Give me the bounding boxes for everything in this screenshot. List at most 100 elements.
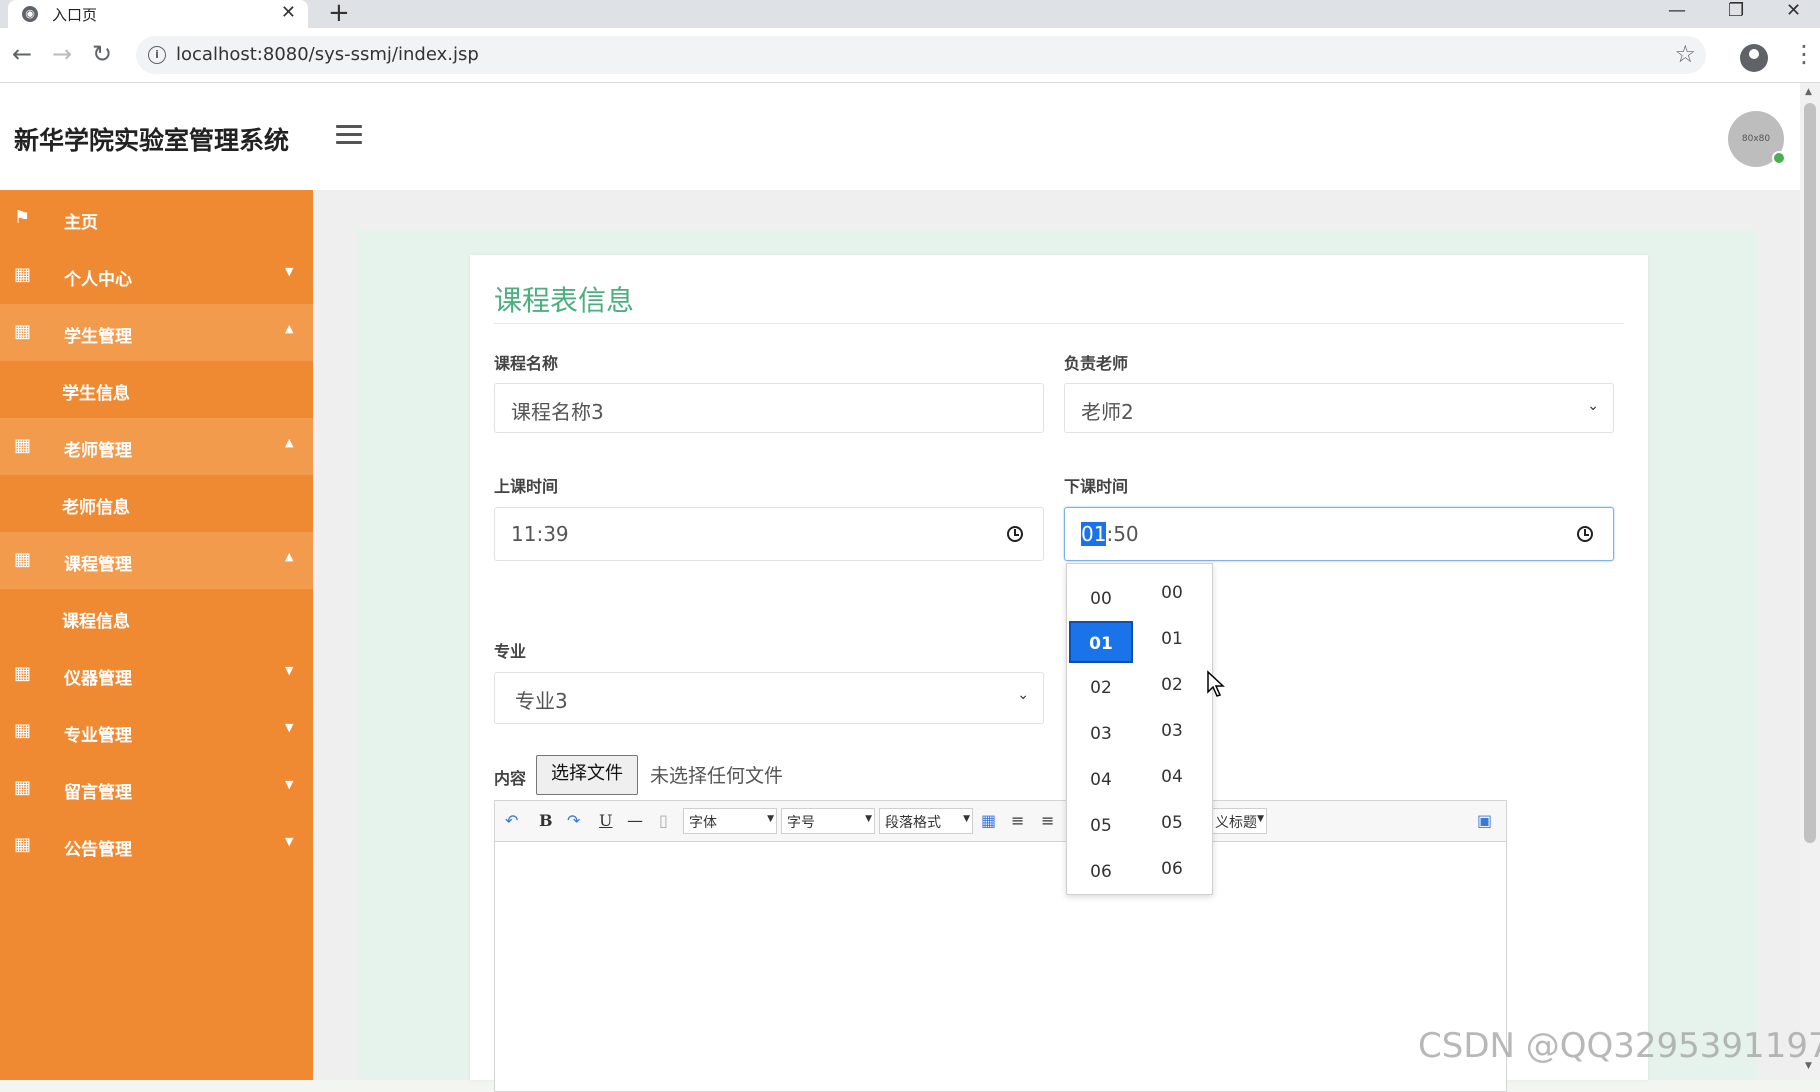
minute-option[interactable]: 00 (1140, 572, 1204, 614)
undo-icon[interactable]: ↶ (505, 811, 518, 830)
minimize-icon[interactable]: — (1668, 0, 1686, 21)
minute-option[interactable]: 05 (1140, 802, 1204, 844)
major-select[interactable]: 专业3 ⌄ (494, 672, 1044, 724)
browser-tab-bar: ◉ 入口页 ✕ + — ❐ ✕ (0, 0, 1820, 28)
end-time-input[interactable]: 01:50 (1064, 507, 1614, 561)
sidebar-subitem-student-info[interactable]: 学生信息 (0, 361, 313, 418)
sidebar-item-personal-center[interactable]: ▦ 个人中心 ▼ (0, 247, 313, 304)
teacher-label: 负责老师 (1064, 354, 1129, 373)
minute-option[interactable]: 01 (1140, 618, 1204, 660)
browser-tab[interactable]: ◉ 入口页 ✕ (8, 0, 308, 28)
page-scrollbar[interactable]: ▲ ▼ (1800, 83, 1820, 1080)
paragraph-format-select[interactable]: 段落格式 ▼ (879, 808, 973, 834)
course-form-card: 课程表信息 课程名称 课程名称3 负责老师 老师2 ⌄ 上课时间 11:39 下… (470, 255, 1648, 1092)
hour-option[interactable]: 06 (1069, 851, 1133, 893)
sidebar-item-major-management[interactable]: ▦ 专业管理 ▼ (0, 703, 313, 760)
hour-option[interactable]: 05 (1069, 805, 1133, 847)
sidebar-subitem-teacher-info[interactable]: 老师信息 (0, 475, 313, 532)
editor-toolbar: ↶ B ↷ U — ▯ 字体 ▼ 字号 ▼ 段落格式 ▼ ▦ ≡ ≡ 义标题 ▼ ▣ (495, 801, 1506, 842)
teacher-select[interactable]: 老师2 ⌄ (1064, 383, 1614, 433)
hour-option-selected[interactable]: 01 (1069, 621, 1133, 663)
horizontal-rule-icon[interactable]: — (627, 811, 643, 830)
minute-option[interactable]: 03 (1140, 710, 1204, 752)
sidebar-item-student-management[interactable]: ▦ 学生管理 ▲ (0, 304, 313, 361)
choose-file-button[interactable]: 选择文件 (536, 755, 638, 795)
size-select[interactable]: 字号 ▼ (781, 808, 875, 834)
sidebar-item-label: 课程管理 (64, 555, 132, 575)
scroll-up-icon[interactable]: ▲ (1805, 87, 1812, 97)
divider (494, 323, 1624, 324)
restore-icon[interactable]: ❐ (1728, 0, 1744, 21)
align-left-icon[interactable]: ≡ (1011, 811, 1024, 830)
watermark: CSDN @QQ3295391197 (1418, 1026, 1820, 1066)
start-time-input[interactable]: 11:39 (494, 507, 1044, 561)
clock-icon[interactable] (1577, 526, 1593, 542)
sidebar-item-label: 课程信息 (62, 612, 130, 632)
sidebar-item-notice-management[interactable]: ▦ 公告管理 ▼ (0, 817, 313, 874)
minute-option[interactable]: 06 (1140, 848, 1204, 890)
course-name-value: 课程名称3 (511, 400, 604, 424)
info-icon[interactable]: i (148, 46, 166, 64)
content-label: 内容 (494, 769, 527, 788)
sidebar-item-label: 老师管理 (64, 441, 132, 461)
reload-icon[interactable]: ↻ (92, 40, 112, 68)
hamburger-menu-icon[interactable] (336, 125, 362, 149)
hour-option[interactable]: 02 (1069, 667, 1133, 709)
redo-icon[interactable]: ↷ (567, 811, 580, 830)
clock-icon[interactable] (1007, 526, 1023, 542)
address-bar: ← → ↻ i localhost:8080/sys-ssmj/index.js… (0, 28, 1820, 83)
sidebar-item-teacher-management[interactable]: ▦ 老师管理 ▲ (0, 418, 313, 475)
sidebar-item-course-management[interactable]: ▦ 课程管理 ▲ (0, 532, 313, 589)
grid-icon: ▦ (14, 321, 32, 342)
online-status-dot (1772, 151, 1786, 165)
dropdown-arrow-icon: ▼ (767, 814, 774, 824)
table-icon[interactable]: ▦ (981, 811, 996, 830)
major-label: 专业 (494, 642, 527, 661)
profile-icon[interactable] (1740, 44, 1768, 72)
bold-icon[interactable]: B (539, 811, 553, 830)
forward-icon[interactable]: → (52, 40, 72, 68)
end-time-label: 下课时间 (1064, 477, 1129, 496)
fullscreen-icon[interactable]: ▣ (1477, 811, 1492, 830)
sidebar-item-label: 主页 (64, 213, 98, 233)
mouse-cursor-icon (1207, 670, 1225, 697)
font-select[interactable]: 字体 ▼ (683, 808, 777, 834)
dropdown-arrow-icon: ▼ (865, 814, 872, 824)
grid-icon: ▦ (14, 264, 32, 285)
sidebar-item-home[interactable]: ⚑ 主页 (0, 190, 313, 247)
end-time-hour-segment[interactable]: 01 (1081, 522, 1107, 546)
app-header: 新华学院实验室管理系统 80x80 (0, 83, 1800, 190)
file-status: 未选择任何文件 (650, 765, 784, 787)
sidebar-item-message-management[interactable]: ▦ 留言管理 ▼ (0, 760, 313, 817)
new-tab-icon[interactable]: + (328, 0, 350, 28)
grid-icon: ▦ (14, 549, 32, 570)
caret-down-icon: ▼ (285, 721, 294, 734)
close-icon[interactable]: ✕ (281, 2, 296, 23)
align-right-icon[interactable]: ≡ (1041, 811, 1054, 830)
document-icon[interactable]: ▯ (659, 811, 668, 830)
hour-option[interactable]: 04 (1069, 759, 1133, 801)
caret-down-icon: ▼ (285, 778, 294, 791)
scrollbar-thumb[interactable] (1804, 103, 1816, 843)
caret-down-icon: ▼ (285, 664, 294, 677)
app-title: 新华学院实验室管理系统 (14, 126, 290, 155)
grid-icon: ▦ (14, 834, 32, 855)
globe-icon: ◉ (22, 6, 38, 22)
title-select[interactable]: 义标题 ▼ (1209, 808, 1267, 834)
url-field[interactable]: i localhost:8080/sys-ssmj/index.jsp ☆ (136, 36, 1706, 74)
sidebar-item-instrument-management[interactable]: ▦ 仪器管理 ▼ (0, 646, 313, 703)
hour-option[interactable]: 03 (1069, 713, 1133, 755)
hour-option[interactable]: 00 (1069, 578, 1133, 620)
star-icon[interactable]: ☆ (1674, 40, 1696, 68)
underline-icon[interactable]: U (599, 811, 612, 830)
font-select-label: 字体 (689, 815, 717, 831)
sidebar-subitem-course-info[interactable]: 课程信息 (0, 589, 313, 646)
minute-option[interactable]: 04 (1140, 756, 1204, 798)
course-name-input[interactable]: 课程名称3 (494, 383, 1044, 433)
minute-option[interactable]: 02 (1140, 664, 1204, 706)
sidebar-item-label: 个人中心 (64, 270, 132, 290)
close-window-icon[interactable]: ✕ (1786, 0, 1801, 21)
menu-dots-icon[interactable]: ⋮ (1792, 40, 1816, 68)
back-icon[interactable]: ← (12, 40, 32, 68)
chevron-down-icon: ⌄ (1587, 398, 1599, 414)
